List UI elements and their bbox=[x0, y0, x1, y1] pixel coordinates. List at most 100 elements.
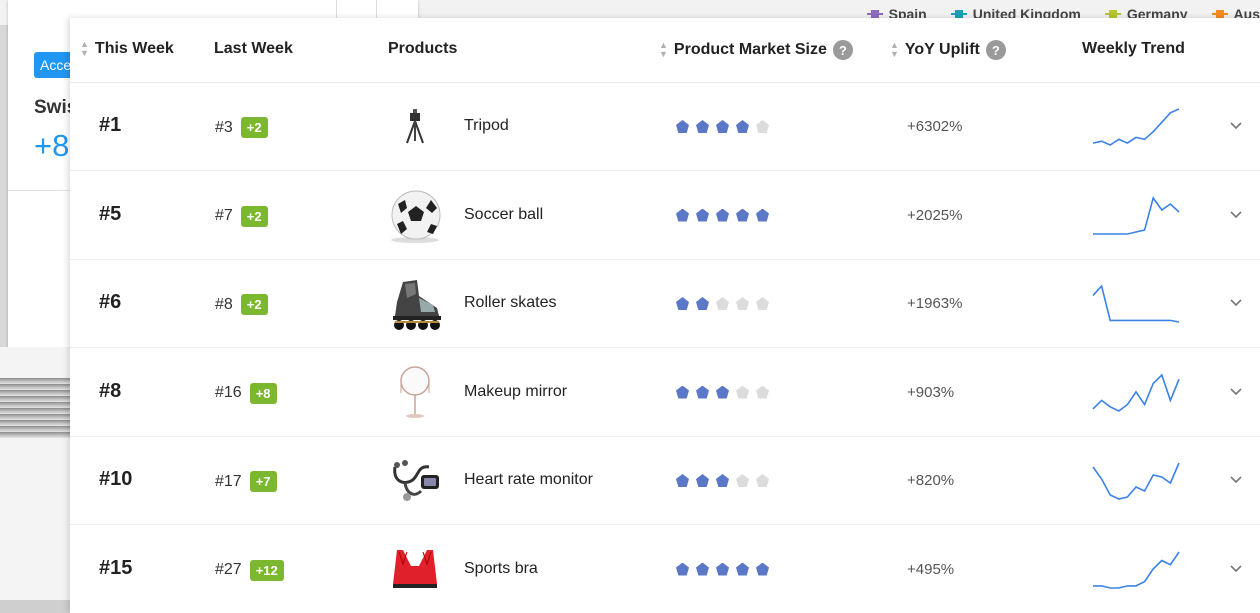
weekly-trend-sparkline bbox=[1092, 284, 1180, 323]
market-size-rating bbox=[676, 385, 769, 399]
last-week-value: #7 bbox=[215, 207, 233, 224]
star-icon bbox=[716, 474, 729, 487]
sports-bra-icon bbox=[385, 540, 445, 600]
chevron-down-icon[interactable] bbox=[1228, 471, 1244, 487]
header-products: Products bbox=[388, 40, 457, 58]
chevron-down-icon[interactable] bbox=[1228, 117, 1244, 133]
soccer-ball-icon bbox=[385, 186, 445, 246]
market-size-rating bbox=[676, 120, 769, 133]
star-icon bbox=[716, 120, 729, 133]
rank-change-badge: +8 bbox=[249, 382, 277, 404]
help-icon[interactable]: ? bbox=[985, 40, 1006, 60]
star-icon bbox=[676, 120, 689, 133]
star-icon bbox=[696, 120, 709, 133]
table-header: ▲ ▼ This Week Last Week Products ▲ ▼ Produ… bbox=[70, 18, 1260, 83]
star-icon bbox=[736, 562, 749, 576]
sort-icon[interactable]: ▲ ▼ bbox=[80, 40, 89, 58]
header-this-week[interactable]: ▲ ▼ This Week bbox=[80, 40, 174, 58]
star-icon bbox=[756, 297, 769, 310]
trend-line bbox=[1093, 551, 1180, 589]
star-icon bbox=[756, 385, 769, 399]
rank-this-week: #6 bbox=[99, 291, 122, 313]
star-icon bbox=[736, 208, 749, 222]
star-icon bbox=[676, 385, 689, 399]
weekly-trend-sparkline bbox=[1092, 108, 1180, 146]
header-market-size[interactable]: ▲ ▼ Product Market Size ? bbox=[659, 40, 853, 60]
product-name[interactable]: Soccer ball bbox=[464, 206, 543, 224]
sort-icon[interactable]: ▲ ▼ bbox=[659, 41, 668, 59]
product-name[interactable]: Roller skates bbox=[464, 294, 556, 312]
header-last-week: Last Week bbox=[214, 40, 293, 58]
yoy-uplift-value: +2025% bbox=[907, 206, 963, 224]
sort-icon[interactable]: ▲ ▼ bbox=[890, 41, 899, 59]
header-label: This Week bbox=[94, 40, 174, 57]
header-label: Products bbox=[388, 40, 458, 57]
chevron-down-icon[interactable] bbox=[1228, 383, 1244, 399]
table-row[interactable]: #15 #27 +12 Sports bra +495% bbox=[70, 526, 1260, 613]
rank-change-badge: +12 bbox=[249, 559, 284, 581]
last-week-value: #8 bbox=[215, 295, 233, 313]
rank-change-badge: +2 bbox=[240, 117, 268, 138]
product-name[interactable]: Tripod bbox=[464, 117, 509, 135]
trend-line bbox=[1092, 108, 1180, 146]
star-icon bbox=[736, 385, 749, 399]
header-yoy-uplift[interactable]: ▲ ▼ YoY Uplift ? bbox=[890, 40, 1006, 60]
weekly-trend-sparkline bbox=[1093, 195, 1180, 235]
table-row[interactable]: #8 #16 +8 Makeup mirror +903% bbox=[70, 349, 1260, 437]
star-icon bbox=[676, 297, 689, 310]
rank-last-week: #17 +7 bbox=[215, 471, 277, 492]
help-icon[interactable]: ? bbox=[832, 40, 853, 60]
weekly-trend-sparkline bbox=[1093, 551, 1180, 589]
header-label: Last Week bbox=[214, 40, 293, 57]
star-icon bbox=[696, 562, 709, 576]
star-icon bbox=[756, 474, 769, 487]
product-name[interactable]: Makeup mirror bbox=[464, 383, 567, 401]
yoy-uplift-value: +495% bbox=[907, 560, 955, 578]
last-week-value: #16 bbox=[215, 384, 242, 401]
header-weekly-trend: Weekly Trend bbox=[1082, 40, 1185, 58]
rank-this-week: #8 bbox=[99, 379, 122, 402]
product-name[interactable]: Sports bra bbox=[464, 560, 538, 578]
product-name[interactable]: Heart rate monitor bbox=[464, 471, 593, 489]
rank-this-week: #1 bbox=[99, 114, 122, 136]
chevron-down-icon[interactable] bbox=[1228, 294, 1244, 310]
background-stripes bbox=[0, 378, 70, 438]
trend-line bbox=[1092, 373, 1180, 412]
rank-this-week: #10 bbox=[99, 468, 133, 490]
rank-last-week: #8 +2 bbox=[215, 294, 268, 315]
yoy-uplift-value: +1963% bbox=[907, 295, 963, 312]
background-card-value: +8 bbox=[34, 128, 70, 163]
chevron-down-icon[interactable] bbox=[1228, 560, 1244, 576]
tripod-icon bbox=[385, 97, 445, 157]
yoy-uplift-value: +820% bbox=[907, 472, 955, 489]
market-size-rating bbox=[676, 208, 769, 222]
weekly-trend-sparkline bbox=[1092, 373, 1180, 412]
star-icon bbox=[676, 474, 689, 487]
rank-last-week: #3 +2 bbox=[215, 117, 268, 138]
market-size-rating bbox=[676, 474, 769, 487]
star-icon bbox=[696, 474, 709, 487]
rank-last-week: #27 +12 bbox=[215, 559, 284, 581]
last-week-value: #17 bbox=[215, 472, 242, 490]
table-row[interactable]: #1 #3 +2 Tripod +6302% bbox=[70, 83, 1260, 171]
yoy-uplift-value: +903% bbox=[907, 383, 955, 401]
header-label: YoY Uplift bbox=[904, 41, 980, 58]
star-icon bbox=[756, 562, 769, 576]
mirror-icon bbox=[385, 363, 445, 423]
trend-line bbox=[1092, 462, 1180, 500]
rank-this-week: #15 bbox=[99, 556, 133, 579]
star-icon bbox=[756, 120, 769, 133]
rank-change-badge: +2 bbox=[240, 205, 268, 227]
rank-change-badge: +7 bbox=[249, 471, 277, 492]
weekly-trend-sparkline bbox=[1092, 462, 1180, 500]
star-icon bbox=[716, 562, 729, 576]
trend-line bbox=[1093, 195, 1180, 235]
chevron-down-icon[interactable] bbox=[1228, 206, 1244, 222]
header-label: Product Market Size bbox=[673, 41, 827, 58]
background-area bbox=[0, 600, 70, 613]
market-size-rating bbox=[676, 297, 769, 310]
last-week-value: #27 bbox=[215, 561, 242, 578]
table-row[interactable]: #5 #7 +2 Soccer ball +2025% bbox=[70, 172, 1260, 260]
table-row[interactable]: #10 #17 +7 Heart rate monitor +820% bbox=[70, 437, 1260, 525]
table-row[interactable]: #6 #8 +2 Roller skates +1963% bbox=[70, 260, 1260, 348]
